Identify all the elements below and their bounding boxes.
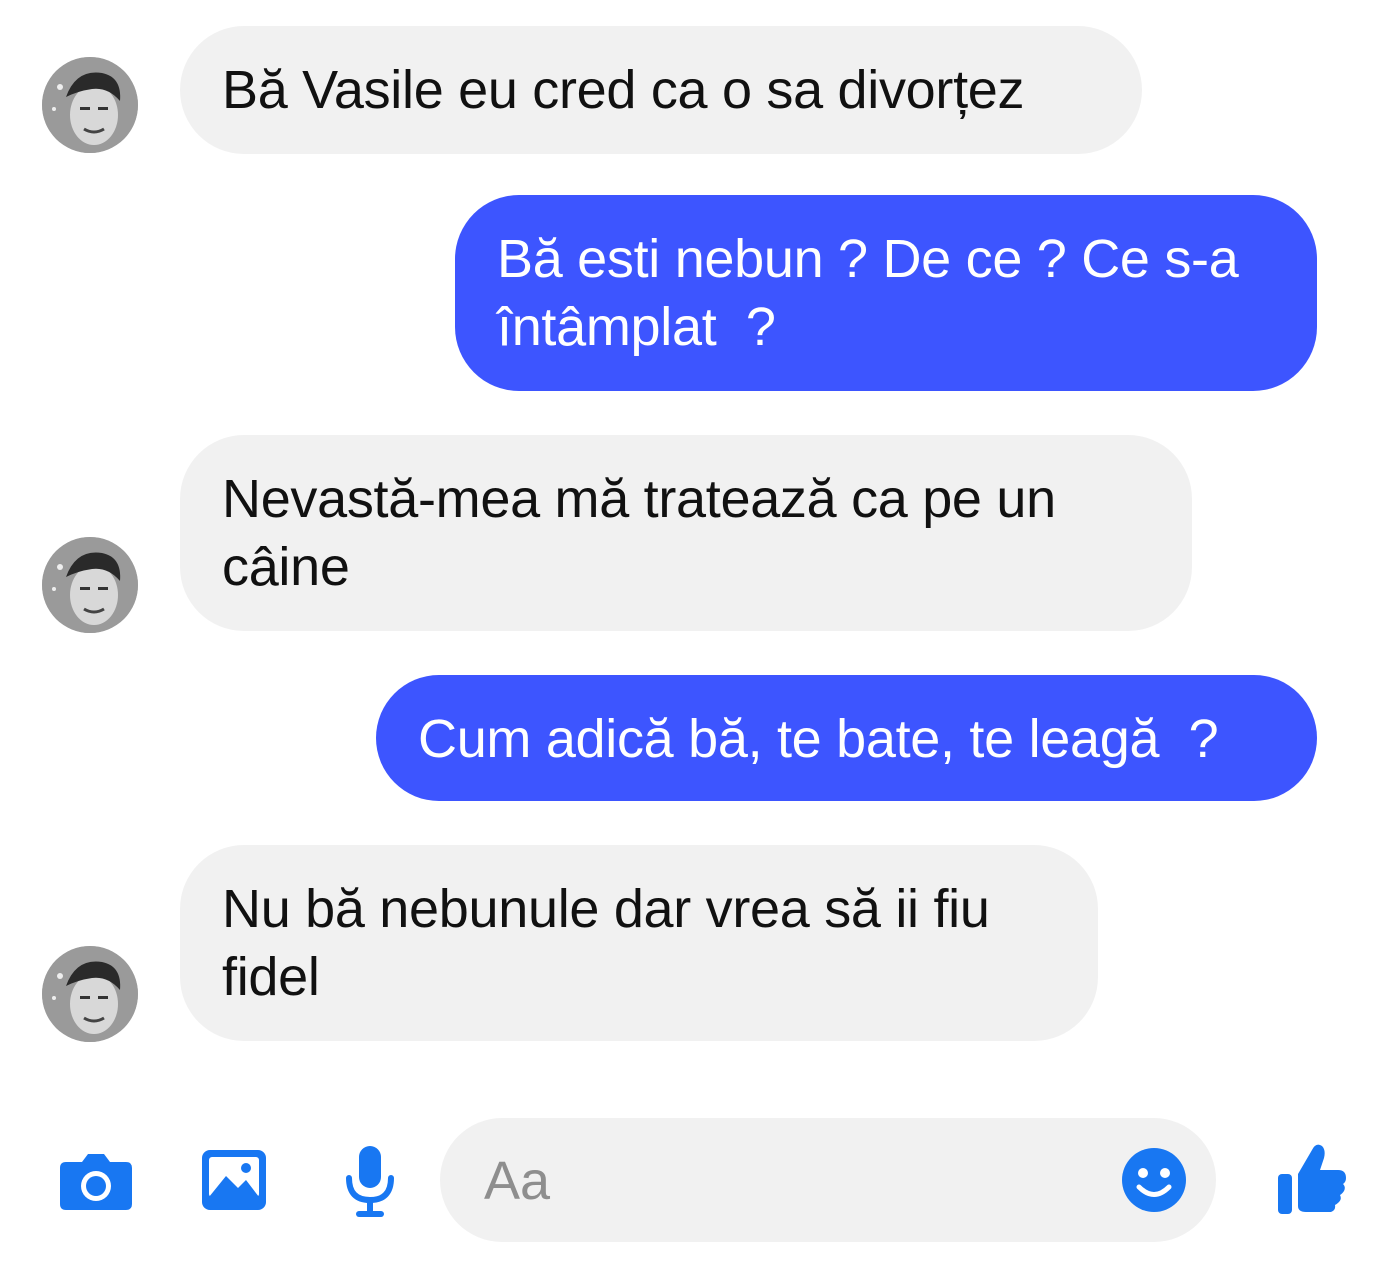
microphone-icon [346, 1146, 394, 1217]
message-composer [0, 1110, 1400, 1266]
incoming-message[interactable]: Nu bă nebunule dar vrea să ii fiu fidel [180, 845, 1098, 1041]
message-input-container[interactable] [440, 1118, 1216, 1242]
contact-avatar[interactable] [42, 537, 138, 633]
camera-button[interactable] [58, 1148, 134, 1212]
contact-avatar[interactable] [42, 57, 138, 153]
thumbs-up-icon [1278, 1144, 1346, 1214]
camera-icon [60, 1154, 132, 1210]
gallery-button[interactable] [200, 1148, 268, 1212]
message-input[interactable] [482, 1144, 1086, 1218]
incoming-message[interactable]: Bă Vasile eu cred ca o sa divorțez [180, 26, 1142, 154]
contact-avatar[interactable] [42, 946, 138, 1042]
like-button[interactable] [1276, 1140, 1348, 1216]
microphone-button[interactable] [342, 1144, 398, 1220]
image-icon [202, 1150, 266, 1210]
emoji-icon [1122, 1148, 1186, 1212]
message-thread: Bă Vasile eu cred ca o sa divorțez Bă es… [0, 0, 1400, 1100]
outgoing-message[interactable]: Bă esti nebun ? De ce ? Ce s-a întâmplat… [455, 195, 1317, 391]
incoming-message[interactable]: Nevastă-mea mă tratează ca pe un câine [180, 435, 1192, 631]
outgoing-message[interactable]: Cum adică bă, te bate, te leagă ? [376, 675, 1317, 801]
emoji-button[interactable] [1120, 1146, 1188, 1214]
